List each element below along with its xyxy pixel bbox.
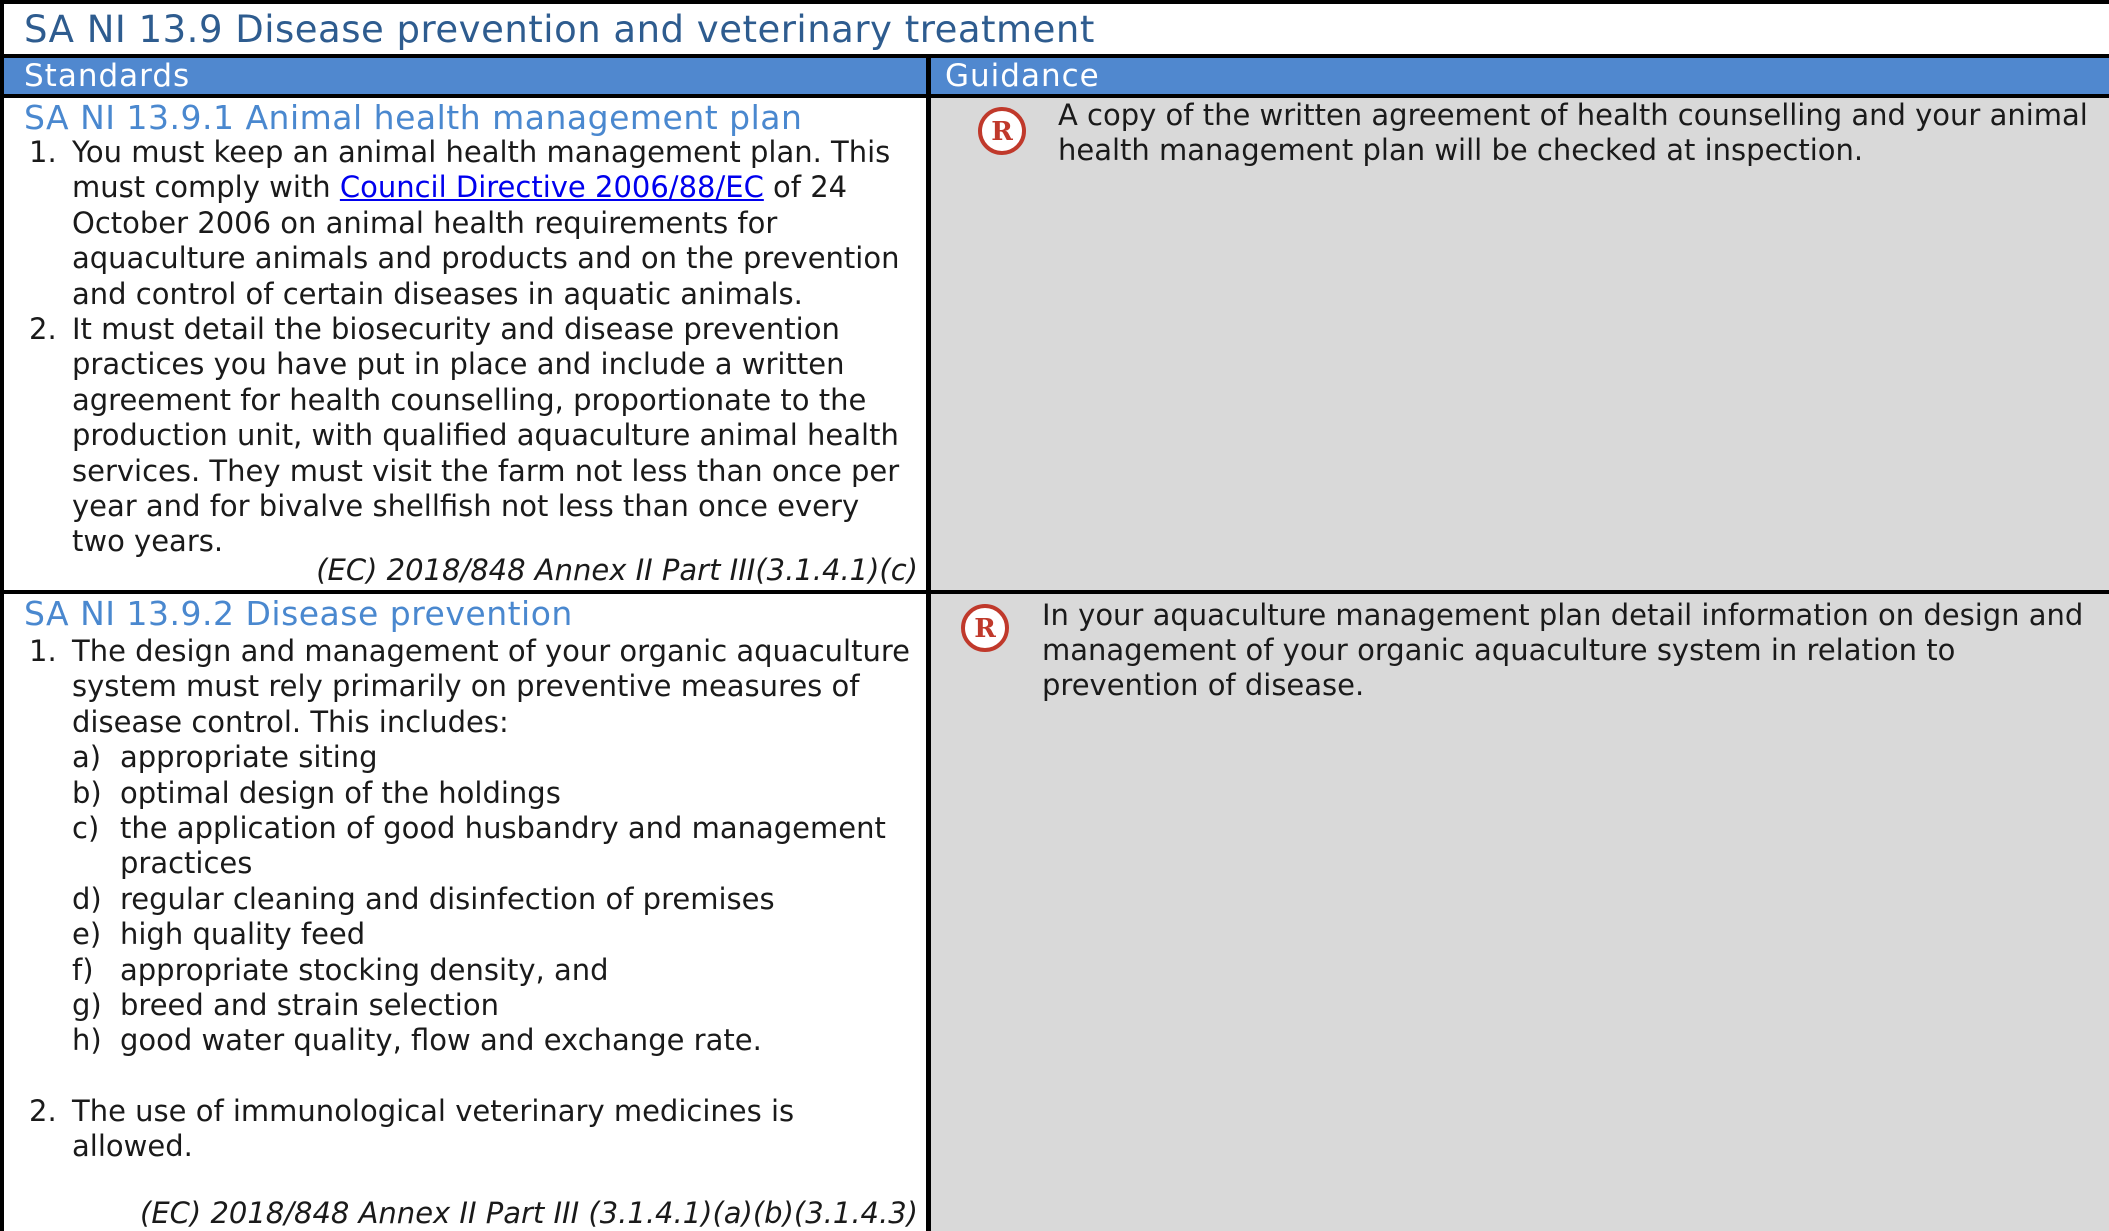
title-row: SA NI 13.9 Disease prevention and veteri… [4,4,2109,58]
sub-list-item: d) regular cleaning and disinfection of p… [72,881,775,916]
regulation-reference: (EC) 2018/848 Annex II Part III (3.1.4.1… [140,1196,918,1230]
list-item: 2. The use of immunological veterinary m… [24,1094,916,1165]
svg-text:R: R [991,117,1013,147]
section-title: SA NI 13.9.1 Animal health management pl… [24,98,803,137]
guidance-header: Guidance [945,58,1100,94]
r-badge-icon: R [960,603,1010,653]
sub-list-item: h) good water quality, flow and exchange … [72,1023,762,1058]
sub-list-item: e) high quality feed [72,917,366,952]
item-number: 1. [29,634,57,668]
item-text: The use of immunological veterinary medi… [72,1093,795,1164]
page-title: SA NI 13.9 Disease prevention and veteri… [24,8,1095,51]
sub-list-item: f) appropriate stocking density, and [72,952,609,987]
standards-list: 1. You must keep an animal health manage… [24,135,916,560]
svg-text:R: R [974,614,996,644]
list-item: 2. It must detail the biosecurity and di… [24,312,916,560]
section-title: SA NI 13.9.2 Disease prevention [24,594,573,633]
list-item: 1. The design and management of your org… [24,634,916,1059]
guidance-text: A copy of the written agreement of healt… [1058,98,2088,167]
standards-list: 1. The design and management of your org… [24,634,916,1165]
r-badge-icon: R [977,106,1027,156]
sub-list-item: b) optimal design of the holdings [72,775,561,810]
sub-list-item: a) appropriate siting [72,740,378,775]
list-item: 1. You must keep an animal health manage… [24,135,916,312]
sub-list: a) appropriate siting b) optimal design of… [72,740,916,1059]
sub-list-item: g) breed and strain selection [72,988,499,1023]
regulation-reference: (EC) 2018/848 Annex II Part III(3.1.4.1)… [316,553,918,587]
item-text: It must detail the biosecurity and disea… [72,312,900,559]
item-number: 1. [29,135,57,169]
guidance-text: In your aquaculture management plan deta… [1042,598,2084,702]
guidance-cell-1 [931,98,2109,590]
header-row: Standards Guidance [4,58,2109,98]
council-directive-link[interactable]: Council Directive 2006/88/EC [340,170,764,204]
standards-cell-2: SA NI 13.9.2 Disease prevention 1. The d… [4,594,926,1231]
column-divider [926,58,931,1231]
standards-header: Standards [24,58,191,94]
item-text: The design and management of your organi… [72,634,910,739]
standards-cell-1: SA NI 13.9.1 Animal health management pl… [4,98,926,590]
item-number: 2. [29,312,57,347]
sub-list-item: c) the application of good husbandry and … [72,811,886,881]
item-number: 2. [29,1093,57,1128]
